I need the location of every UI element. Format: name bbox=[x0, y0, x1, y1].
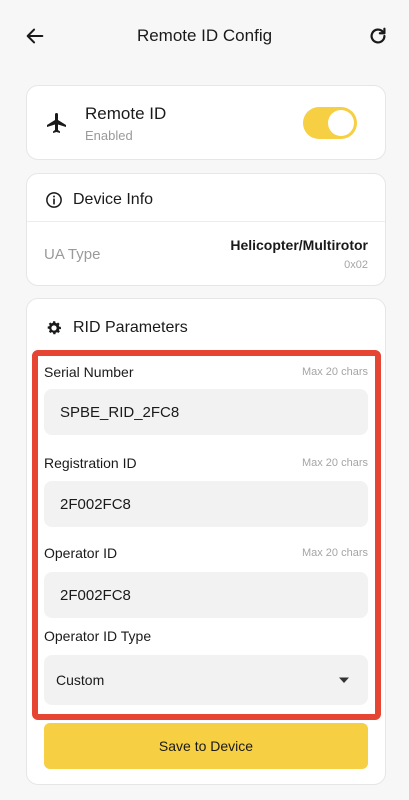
info-icon bbox=[46, 192, 62, 208]
remote-id-status: Enabled bbox=[85, 128, 133, 143]
operator-id-input[interactable] bbox=[44, 572, 368, 618]
ua-type-code: 0x02 bbox=[344, 259, 368, 271]
operator-id-hint: Max 20 chars bbox=[301, 547, 368, 559]
serial-number-label: Serial Number bbox=[44, 364, 134, 380]
refresh-icon bbox=[370, 27, 386, 44]
remote-id-title: Remote ID bbox=[85, 104, 167, 123]
operator-id-type-label: Operator ID Type bbox=[44, 628, 152, 644]
refresh-button[interactable] bbox=[364, 22, 392, 50]
save-to-device-button[interactable]: Save to Device bbox=[44, 723, 368, 769]
device-info-card: Device Info UA Type Helicopter/Multiroto… bbox=[26, 173, 386, 286]
operator-id-label: Operator ID bbox=[44, 545, 118, 561]
rid-parameters-header: RID Parameters bbox=[27, 299, 385, 353]
serial-number-hint: Max 20 chars bbox=[301, 366, 368, 378]
device-info-title: Device Info bbox=[73, 191, 154, 208]
registration-id-input[interactable] bbox=[44, 481, 368, 527]
rid-parameters-title: RID Parameters bbox=[73, 319, 188, 336]
operator-id-type-select[interactable]: Custom bbox=[44, 655, 368, 705]
device-info-header: Device Info bbox=[27, 174, 385, 222]
operator-id-type-value: Custom bbox=[56, 672, 105, 688]
remote-id-card: Remote ID Enabled bbox=[26, 85, 386, 160]
registration-id-label: Registration ID bbox=[44, 455, 137, 471]
toggle-knob bbox=[328, 110, 354, 136]
remote-id-toggle[interactable] bbox=[303, 107, 357, 139]
rid-parameters-card: RID Parameters Serial Number Max 20 char… bbox=[26, 298, 386, 785]
gear-icon bbox=[47, 321, 62, 335]
registration-id-hint: Max 20 chars bbox=[301, 457, 368, 469]
airplane-icon bbox=[47, 113, 66, 133]
serial-number-input[interactable] bbox=[44, 389, 368, 435]
ua-type-value: Helicopter/Multirotor bbox=[230, 237, 368, 253]
app-header: Remote ID Config bbox=[0, 0, 409, 72]
ua-type-label: UA Type bbox=[44, 246, 101, 263]
caret-down-icon bbox=[339, 677, 349, 683]
page-title: Remote ID Config bbox=[136, 26, 273, 45]
